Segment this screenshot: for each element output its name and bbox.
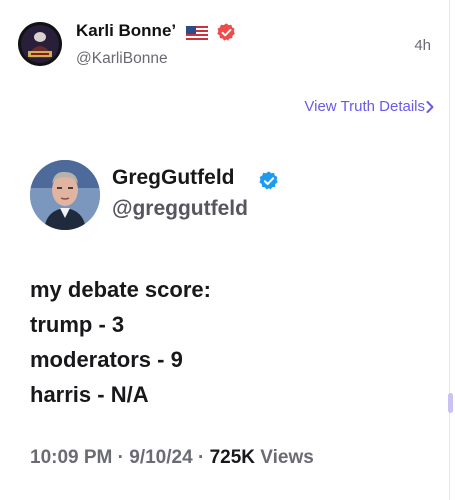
quoted-post-text: my debate score: trump - 3 moderators - … [30, 272, 211, 412]
quoted-verified-badge-icon [259, 171, 278, 190]
author-handle[interactable]: @KarliBonne [76, 50, 168, 68]
post-card: Karli Bonne’ @KarliBonne 4h View Truth D… [0, 0, 450, 500]
quoted-views-count: 725K [209, 447, 255, 468]
scrollbar-thumb[interactable] [448, 393, 453, 413]
author-avatar-image [18, 22, 62, 66]
chevron-right-icon[interactable] [425, 100, 435, 114]
post-timestamp[interactable]: 4h [414, 37, 431, 54]
quoted-date: 9/10/24 [129, 447, 193, 468]
verified-badge-icon [217, 23, 235, 41]
text-line: moderators - 9 [30, 347, 183, 372]
quoted-views-label: Views [260, 447, 314, 468]
view-details-link[interactable]: View Truth Details [304, 98, 425, 115]
quoted-author-name: GregGutfeld [112, 166, 235, 189]
quoted-author-handle: @greggutfeld [112, 197, 248, 220]
quoted-time: 10:09 PM [30, 447, 113, 468]
quoted-post-meta: 10:09 PM · 9/10/24 · 725K Views [30, 447, 314, 469]
us-flag-icon [186, 26, 208, 40]
quoted-avatar-image [30, 160, 100, 230]
meta-separator: · [197, 447, 205, 468]
text-line: harris - N/A [30, 382, 149, 407]
quoted-author-avatar [30, 160, 100, 230]
author-avatar[interactable] [18, 22, 62, 66]
author-name[interactable]: Karli Bonne’ [76, 21, 176, 41]
text-line: my debate score: [30, 277, 211, 302]
text-line: trump - 3 [30, 312, 125, 337]
meta-separator: · [117, 447, 124, 468]
